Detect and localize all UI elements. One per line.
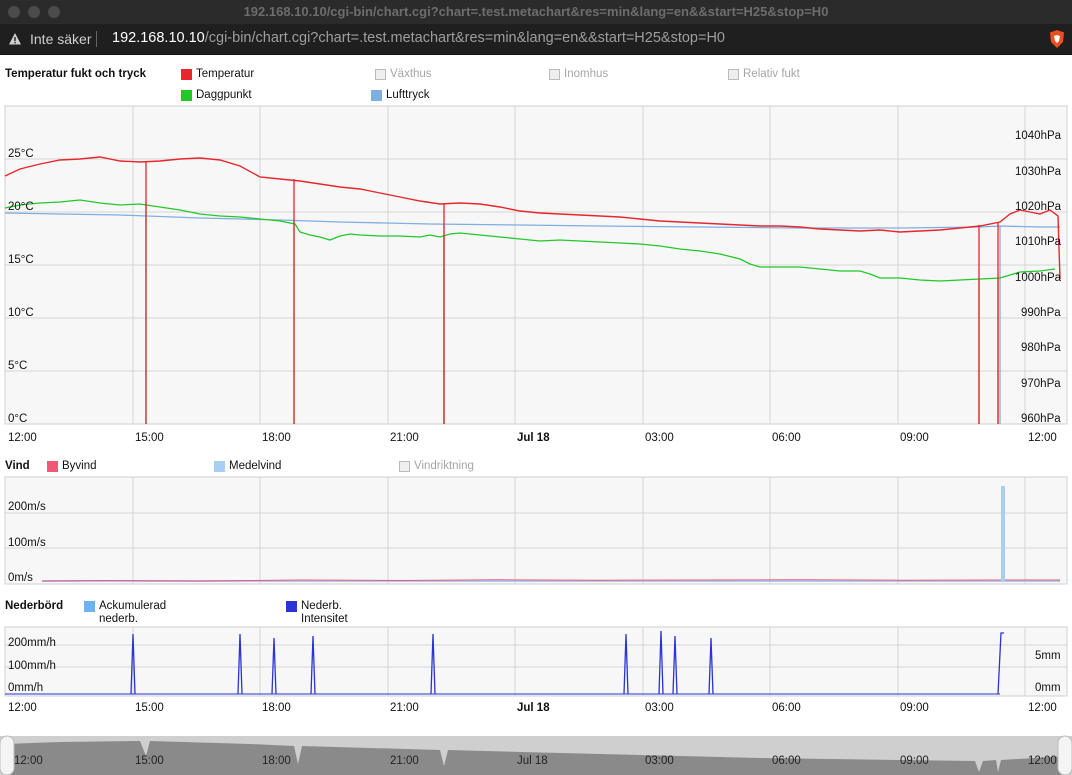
- p2-left-tick-200: 200m/s: [8, 501, 46, 513]
- p1-left-tick-0: 0°C: [8, 413, 28, 425]
- p1-left-tick-25: 25°C: [8, 148, 34, 160]
- p1-right-tick-1010: 1010hPa: [1015, 236, 1062, 248]
- security-label[interactable]: Inte säker: [30, 31, 91, 47]
- p1-xtick-0900: 09:00: [900, 432, 929, 444]
- legend-lufttryck[interactable]: Lufttryck: [386, 89, 429, 101]
- legend-ackumulerad-line1[interactable]: Ackumulerad: [99, 600, 166, 612]
- legend-inomhus[interactable]: Inomhus: [564, 68, 608, 80]
- p1-left-tick-10: 10°C: [8, 307, 34, 319]
- legend-daggpunkt-swatch[interactable]: [181, 90, 192, 101]
- p1-right-tick-1030: 1030hPa: [1015, 166, 1062, 178]
- nav-tick-1500: 15:00: [135, 755, 164, 767]
- legend-medelvind[interactable]: Medelvind: [229, 460, 281, 472]
- p1-right-tick-980: 980hPa: [1021, 342, 1061, 354]
- legend-vaxthus[interactable]: Växthus: [390, 68, 432, 80]
- p3-xtick-0300: 03:00: [645, 702, 674, 714]
- panel2-title: Vind: [5, 460, 30, 472]
- p1-xtick-0600: 06:00: [772, 432, 801, 444]
- p3-xtick-1200-end: 12:00: [1028, 702, 1057, 714]
- nav-tick-1800: 18:00: [262, 755, 291, 767]
- p3-xtick-1800: 18:00: [262, 702, 291, 714]
- panel1-title: Temperatur fukt och tryck: [5, 68, 147, 80]
- legend-vindriktning-checkbox[interactable]: [399, 461, 410, 472]
- nav-tick-jul18: Jul 18: [517, 755, 548, 767]
- p1-xtick-1200-end: 12:00: [1028, 432, 1057, 444]
- address-bar[interactable]: Inte säker 192.168.10.10/cgi-bin/chart.c…: [0, 24, 1072, 55]
- p1-xtick-1800: 18:00: [262, 432, 291, 444]
- window-title: 192.168.10.10/cgi-bin/chart.cgi?chart=.t…: [243, 4, 829, 19]
- legend-intensitet-swatch[interactable]: [286, 601, 297, 612]
- p3-left-tick-100: 100mm/h: [8, 660, 56, 672]
- url-path: /cgi-bin/chart.cgi?chart=.test.metachart…: [204, 30, 725, 46]
- warning-icon[interactable]: [8, 32, 22, 46]
- p1-right-tick-990: 990hPa: [1021, 307, 1061, 319]
- nav-tick-0600: 06:00: [772, 755, 801, 767]
- p1-left-tick-15: 15°C: [8, 254, 34, 266]
- p1-right-tick-1040: 1040hPa: [1015, 130, 1062, 142]
- p3-right-tick-5: 5mm: [1035, 650, 1061, 662]
- legend-intensitet-line1[interactable]: Nederb.: [301, 600, 342, 612]
- nav-tick-1200: 12:00: [14, 755, 43, 767]
- legend-vaxthus-checkbox[interactable]: [375, 69, 386, 80]
- legend-daggpunkt[interactable]: Daggpunkt: [196, 89, 252, 101]
- legend-relativ-fukt-checkbox[interactable]: [728, 69, 739, 80]
- p3-left-tick-200: 200mm/h: [8, 637, 56, 649]
- nav-tick-1200-end: 12:00: [1028, 755, 1057, 767]
- p1-xtick-jul18: Jul 18: [517, 432, 550, 444]
- brave-shield-icon[interactable]: [1047, 29, 1067, 49]
- p1-right-tick-970: 970hPa: [1021, 378, 1061, 390]
- p3-xtick-0900: 09:00: [900, 702, 929, 714]
- legend-temperatur[interactable]: Temperatur: [196, 68, 254, 80]
- nav-tick-2100: 21:00: [390, 755, 419, 767]
- url-text[interactable]: 192.168.10.10/cgi-bin/chart.cgi?chart=.t…: [112, 30, 725, 46]
- p3-left-tick-0: 0mm/h: [8, 682, 44, 694]
- legend-relativ-fukt[interactable]: Relativ fukt: [743, 68, 800, 80]
- legend-byvind-swatch[interactable]: [47, 461, 58, 472]
- p1-left-tick-20: 20°C: [8, 201, 34, 213]
- url-host: 192.168.10.10: [112, 30, 205, 46]
- p3-xtick-2100: 21:00: [390, 702, 419, 714]
- p1-xtick-2100: 21:00: [390, 432, 419, 444]
- p3-xtick-jul18: Jul 18: [517, 702, 550, 714]
- legend-inomhus-checkbox[interactable]: [549, 69, 560, 80]
- legend-vindriktning[interactable]: Vindriktning: [414, 460, 474, 472]
- navigator-left-handle: [0, 735, 15, 775]
- legend-lufttryck-swatch[interactable]: [371, 90, 382, 101]
- p1-xtick-0300: 03:00: [645, 432, 674, 444]
- panel3-title: Nederbörd: [5, 600, 64, 612]
- legend-temperatur-swatch[interactable]: [181, 69, 192, 80]
- window-titlebar: 192.168.10.10/cgi-bin/chart.cgi?chart=.t…: [0, 0, 1072, 24]
- legend-intensitet-line2[interactable]: Intensitet: [301, 613, 348, 625]
- legend-byvind[interactable]: Byvind: [62, 460, 97, 472]
- nav-tick-0900: 09:00: [900, 755, 929, 767]
- legend-ackumulerad-line2[interactable]: nederb.: [99, 613, 138, 625]
- p1-right-tick-960: 960hPa: [1021, 413, 1061, 425]
- p1-right-tick-1020: 1020hPa: [1015, 201, 1062, 213]
- p1-xtick-1200: 12:00: [8, 432, 37, 444]
- legend-ackumulerad-swatch[interactable]: [84, 601, 95, 612]
- nav-tick-0300: 03:00: [645, 755, 674, 767]
- panel2-chart[interactable]: [0, 476, 1072, 586]
- p3-xtick-1500: 15:00: [135, 702, 164, 714]
- panel1-chart[interactable]: [0, 104, 1072, 426]
- navigator-right-handle: [1057, 735, 1072, 775]
- panel3-chart[interactable]: [0, 626, 1072, 698]
- p1-right-tick-1000: 1000hPa: [1015, 272, 1062, 284]
- legend-medelvind-swatch[interactable]: [214, 461, 225, 472]
- p3-xtick-1200: 12:00: [8, 702, 37, 714]
- medelvind-spike: [1001, 486, 1005, 581]
- address-separator: [96, 31, 97, 47]
- p1-left-tick-5: 5°C: [8, 360, 28, 372]
- p3-right-tick-0: 0mm: [1035, 682, 1061, 694]
- p2-left-tick-0: 0m/s: [8, 572, 33, 584]
- p2-left-tick-100: 100m/s: [8, 537, 46, 549]
- p3-xtick-0600: 06:00: [772, 702, 801, 714]
- p1-xtick-1500: 15:00: [135, 432, 164, 444]
